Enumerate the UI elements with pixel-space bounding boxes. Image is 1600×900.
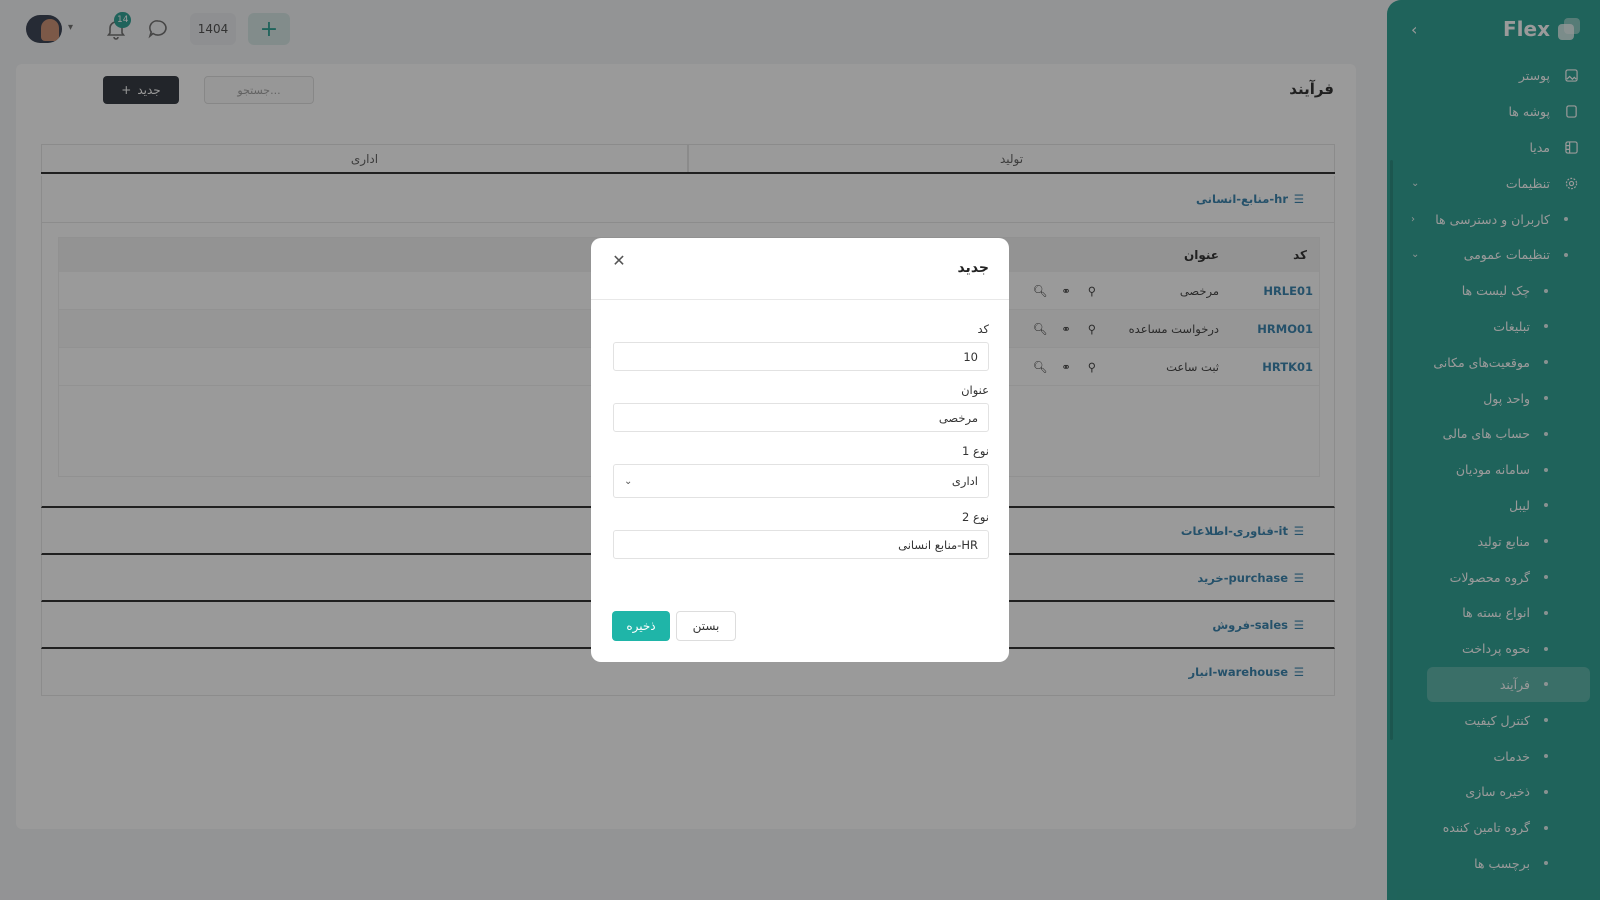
type1-select[interactable]: اداری ⌄: [613, 464, 989, 498]
title-label: عنوان: [961, 383, 989, 397]
dialog-header: جدید ✕: [591, 238, 1009, 300]
dialog-footer: ذخیره بستن: [612, 611, 736, 641]
title-input[interactable]: [613, 403, 989, 432]
type1-value: اداری: [951, 474, 978, 488]
code-input[interactable]: [613, 342, 989, 371]
close-icon[interactable]: ✕: [609, 250, 629, 270]
code-label: کد: [977, 322, 989, 336]
dialog-title: جدید: [957, 260, 989, 276]
chevron-down-icon: ⌄: [624, 475, 633, 487]
type2-label: نوع 2: [962, 510, 989, 524]
save-button[interactable]: ذخیره: [612, 611, 670, 641]
dialog-body: کد عنوان نوع 1 اداری ⌄ نوع 2: [591, 300, 1009, 559]
cancel-button[interactable]: بستن: [676, 611, 736, 641]
new-process-dialog: جدید ✕ کد عنوان نوع 1 اداری ⌄ نوع 2 ذخیر…: [591, 238, 1009, 662]
type1-label: نوع 1: [962, 444, 989, 458]
type2-input[interactable]: [613, 530, 989, 559]
